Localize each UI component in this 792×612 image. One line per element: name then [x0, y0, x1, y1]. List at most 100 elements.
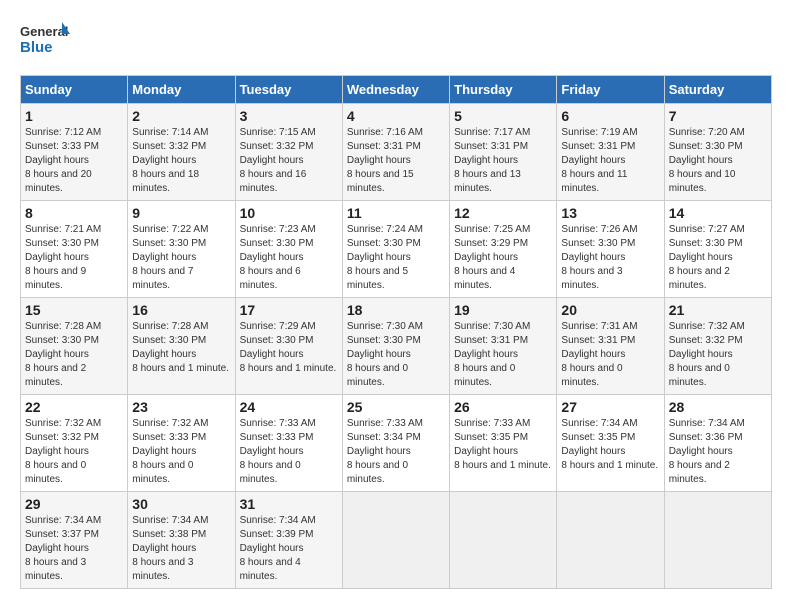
day-cell-10: 10 Sunrise: 7:23 AMSunset: 3:30 PMDayligh…	[235, 201, 342, 298]
day-cell-31: 31Sunrise: 7:34 AMSunset: 3:39 PMDayligh…	[235, 492, 342, 589]
day-detail: Sunrise: 7:34 AMSunset: 3:35 PMDaylight …	[561, 417, 659, 473]
page-header: General Blue	[20, 20, 772, 65]
day-number: 17	[240, 302, 338, 318]
day-number: 31	[240, 496, 338, 512]
day-detail: Sunrise: 7:34 AMSunset: 3:36 PMDaylight …	[669, 417, 767, 487]
day-detail: Sunrise: 7:34 AMSunset: 3:37 PMDaylight …	[25, 514, 123, 584]
day-cell-3: 3Sunrise: 7:15 AMSunset: 3:32 PMDaylight…	[235, 104, 342, 201]
header-row: SundayMondayTuesdayWednesdayThursdayFrid…	[21, 76, 772, 104]
day-number: 22	[25, 399, 123, 415]
day-detail: Sunrise: 7:15 AMSunset: 3:32 PMDaylight …	[240, 126, 338, 196]
day-cell-22: 22 Sunrise: 7:32 AMSunset: 3:32 PMDayligh…	[21, 395, 128, 492]
day-number: 16	[132, 302, 230, 318]
column-header-thursday: Thursday	[450, 76, 557, 104]
day-number: 10	[240, 205, 338, 221]
day-detail: Sunrise: 7:33 AMSunset: 3:34 PMDaylight …	[347, 417, 445, 487]
day-detail: Sunrise: 7:21 AMSunset: 3:30 PMDaylight …	[25, 223, 123, 293]
day-cell-4: 4 Sunrise: 7:16 AMSunset: 3:31 PMDaylight…	[342, 104, 449, 201]
day-number: 2	[132, 108, 230, 124]
day-cell-23: 23 Sunrise: 7:32 AMSunset: 3:33 PMDayligh…	[128, 395, 235, 492]
day-cell-8: 8Sunrise: 7:21 AMSunset: 3:30 PMDaylight…	[21, 201, 128, 298]
day-cell-12: 12 Sunrise: 7:25 AMSunset: 3:29 PMDayligh…	[450, 201, 557, 298]
day-number: 20	[561, 302, 659, 318]
logo-svg: General Blue	[20, 20, 70, 65]
column-header-wednesday: Wednesday	[342, 76, 449, 104]
day-cell-28: 28Sunrise: 7:34 AMSunset: 3:36 PMDayligh…	[664, 395, 771, 492]
logo: General Blue	[20, 20, 70, 65]
day-detail: Sunrise: 7:12 AMSunset: 3:33 PMDaylight …	[25, 126, 123, 196]
day-number: 30	[132, 496, 230, 512]
day-cell-17: 17 Sunrise: 7:29 AMSunset: 3:30 PMDayligh…	[235, 298, 342, 395]
day-cell-30: 30 Sunrise: 7:34 AMSunset: 3:38 PMDayligh…	[128, 492, 235, 589]
empty-cell	[557, 492, 664, 589]
day-cell-18: 18Sunrise: 7:30 AMSunset: 3:30 PMDayligh…	[342, 298, 449, 395]
day-cell-5: 5Sunrise: 7:17 AMSunset: 3:31 PMDaylight…	[450, 104, 557, 201]
column-header-monday: Monday	[128, 76, 235, 104]
day-cell-27: 27 Sunrise: 7:34 AMSunset: 3:35 PMDayligh…	[557, 395, 664, 492]
day-cell-29: 29 Sunrise: 7:34 AMSunset: 3:37 PMDayligh…	[21, 492, 128, 589]
day-cell-19: 19 Sunrise: 7:30 AMSunset: 3:31 PMDayligh…	[450, 298, 557, 395]
day-cell-25: 25 Sunrise: 7:33 AMSunset: 3:34 PMDayligh…	[342, 395, 449, 492]
day-detail: Sunrise: 7:14 AMSunset: 3:32 PMDaylight …	[132, 126, 230, 196]
day-number: 19	[454, 302, 552, 318]
day-number: 29	[25, 496, 123, 512]
day-detail: Sunrise: 7:29 AMSunset: 3:30 PMDaylight …	[240, 320, 338, 376]
day-detail: Sunrise: 7:32 AMSunset: 3:33 PMDaylight …	[132, 417, 230, 487]
day-detail: Sunrise: 7:16 AMSunset: 3:31 PMDaylight …	[347, 126, 445, 196]
calendar-week-1: 1 Sunrise: 7:12 AMSunset: 3:33 PMDaylight…	[21, 104, 772, 201]
day-number: 9	[132, 205, 230, 221]
day-detail: Sunrise: 7:20 AMSunset: 3:30 PMDaylight …	[669, 126, 767, 196]
day-detail: Sunrise: 7:23 AMSunset: 3:30 PMDaylight …	[240, 223, 338, 293]
column-header-sunday: Sunday	[21, 76, 128, 104]
day-cell-15: 15Sunrise: 7:28 AMSunset: 3:30 PMDayligh…	[21, 298, 128, 395]
day-detail: Sunrise: 7:19 AMSunset: 3:31 PMDaylight …	[561, 126, 659, 196]
day-detail: Sunrise: 7:34 AMSunset: 3:38 PMDaylight …	[132, 514, 230, 584]
day-cell-7: 7Sunrise: 7:20 AMSunset: 3:30 PMDaylight…	[664, 104, 771, 201]
day-cell-1: 1 Sunrise: 7:12 AMSunset: 3:33 PMDaylight…	[21, 104, 128, 201]
day-number: 4	[347, 108, 445, 124]
day-number: 5	[454, 108, 552, 124]
empty-cell	[342, 492, 449, 589]
day-number: 26	[454, 399, 552, 415]
day-detail: Sunrise: 7:33 AMSunset: 3:35 PMDaylight …	[454, 417, 552, 473]
empty-cell	[664, 492, 771, 589]
svg-text:Blue: Blue	[20, 39, 53, 56]
day-cell-6: 6Sunrise: 7:19 AMSunset: 3:31 PMDaylight…	[557, 104, 664, 201]
svg-text:General: General	[20, 24, 68, 39]
day-number: 23	[132, 399, 230, 415]
column-header-friday: Friday	[557, 76, 664, 104]
day-cell-26: 26 Sunrise: 7:33 AMSunset: 3:35 PMDayligh…	[450, 395, 557, 492]
day-number: 14	[669, 205, 767, 221]
day-detail: Sunrise: 7:30 AMSunset: 3:31 PMDaylight …	[454, 320, 552, 390]
day-number: 27	[561, 399, 659, 415]
calendar-week-2: 8Sunrise: 7:21 AMSunset: 3:30 PMDaylight…	[21, 201, 772, 298]
day-number: 25	[347, 399, 445, 415]
day-detail: Sunrise: 7:24 AMSunset: 3:30 PMDaylight …	[347, 223, 445, 293]
day-cell-24: 24 Sunrise: 7:33 AMSunset: 3:33 PMDayligh…	[235, 395, 342, 492]
day-number: 24	[240, 399, 338, 415]
day-cell-21: 21Sunrise: 7:32 AMSunset: 3:32 PMDayligh…	[664, 298, 771, 395]
day-cell-16: 16 Sunrise: 7:28 AMSunset: 3:30 PMDayligh…	[128, 298, 235, 395]
day-cell-13: 13Sunrise: 7:26 AMSunset: 3:30 PMDayligh…	[557, 201, 664, 298]
day-number: 13	[561, 205, 659, 221]
day-detail: Sunrise: 7:32 AMSunset: 3:32 PMDaylight …	[669, 320, 767, 390]
calendar-week-4: 22 Sunrise: 7:32 AMSunset: 3:32 PMDayligh…	[21, 395, 772, 492]
day-detail: Sunrise: 7:28 AMSunset: 3:30 PMDaylight …	[25, 320, 123, 390]
day-detail: Sunrise: 7:30 AMSunset: 3:30 PMDaylight …	[347, 320, 445, 390]
day-cell-9: 9 Sunrise: 7:22 AMSunset: 3:30 PMDaylight…	[128, 201, 235, 298]
calendar-table: SundayMondayTuesdayWednesdayThursdayFrid…	[20, 75, 772, 589]
calendar-week-3: 15Sunrise: 7:28 AMSunset: 3:30 PMDayligh…	[21, 298, 772, 395]
day-cell-14: 14 Sunrise: 7:27 AMSunset: 3:30 PMDayligh…	[664, 201, 771, 298]
day-detail: Sunrise: 7:32 AMSunset: 3:32 PMDaylight …	[25, 417, 123, 487]
day-number: 12	[454, 205, 552, 221]
day-detail: Sunrise: 7:31 AMSunset: 3:31 PMDaylight …	[561, 320, 659, 390]
day-cell-11: 11Sunrise: 7:24 AMSunset: 3:30 PMDayligh…	[342, 201, 449, 298]
empty-cell	[450, 492, 557, 589]
day-detail: Sunrise: 7:25 AMSunset: 3:29 PMDaylight …	[454, 223, 552, 293]
day-detail: Sunrise: 7:28 AMSunset: 3:30 PMDaylight …	[132, 320, 230, 376]
day-detail: Sunrise: 7:22 AMSunset: 3:30 PMDaylight …	[132, 223, 230, 293]
column-header-tuesday: Tuesday	[235, 76, 342, 104]
day-detail: Sunrise: 7:33 AMSunset: 3:33 PMDaylight …	[240, 417, 338, 487]
day-detail: Sunrise: 7:27 AMSunset: 3:30 PMDaylight …	[669, 223, 767, 293]
day-number: 1	[25, 108, 123, 124]
